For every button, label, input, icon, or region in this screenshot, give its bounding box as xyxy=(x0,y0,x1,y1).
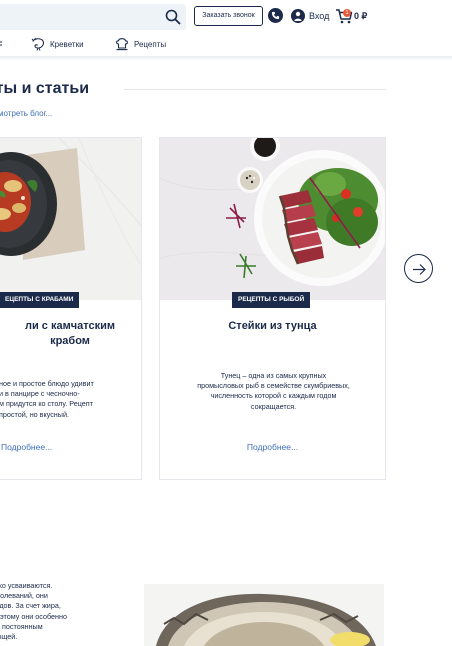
cart-count-badge: 1 xyxy=(343,9,351,17)
callback-button[interactable]: Заказать звонок xyxy=(194,6,263,26)
recipe-excerpt: Тунец – одна из самых крупных промысловы… xyxy=(197,371,350,411)
blog-link[interactable]: мотреть блог... xyxy=(0,109,52,118)
recipe-card-tuna[interactable]: РЕЦЕПТЫ С РЫБОЙ Стейки из тунца Тунец – … xyxy=(159,137,386,480)
nav-edge-icon xyxy=(0,41,2,46)
section-title: пты и статьи xyxy=(0,80,90,97)
nav-label-recipes: Рецепты xyxy=(134,39,167,49)
recipe-title[interactable]: ли с камчатским крабом xyxy=(0,319,141,349)
recipe-image-crab xyxy=(0,138,141,300)
nav-divider xyxy=(0,56,452,61)
search-input[interactable] xyxy=(0,4,186,30)
recipe-image-tuna xyxy=(160,138,385,300)
nav-item-recipes[interactable]: Рецепты xyxy=(115,36,166,52)
login-link[interactable]: Вход xyxy=(291,8,329,24)
phone-icon[interactable] xyxy=(268,8,283,23)
arrow-right-icon xyxy=(413,264,426,275)
recipe-card-crab[interactable]: ЕЦЕПТЫ С КРАБАМИ ли с камчатским крабом … xyxy=(0,137,142,480)
category-nav: Креветки Рецепты xyxy=(0,34,452,56)
recipe-tag[interactable]: ЕЦЕПТЫ С КРАБАМИ xyxy=(0,292,80,308)
read-more-link[interactable]: Подробнее... xyxy=(1,442,52,452)
site-header: Заказать звонок Вход 1 0 ₽ xyxy=(0,0,452,34)
recipe-title[interactable]: Стейки из тунца xyxy=(160,319,385,334)
user-icon xyxy=(291,9,305,23)
recipe-tag[interactable]: РЕЦЕПТЫ С РЫБОЙ xyxy=(232,292,311,308)
title-divider xyxy=(124,89,386,90)
nav-label-shrimp: Креветки xyxy=(50,39,84,49)
carousel-next-button[interactable] xyxy=(404,254,433,283)
recipe-excerpt: ное и простое блюдо удивит и в панцире с… xyxy=(0,379,94,419)
oyster-image xyxy=(144,584,384,646)
read-more-link[interactable]: Подробнее... xyxy=(160,442,385,452)
search-icon[interactable] xyxy=(164,8,182,26)
article-excerpt: гко усваиваются. болеваний, они удов. За… xyxy=(0,581,67,642)
shrimp-icon xyxy=(31,37,44,51)
login-label: Вход xyxy=(309,11,330,21)
cart-total[interactable]: 0 ₽ xyxy=(354,11,367,22)
nav-item-shrimp[interactable]: Креветки xyxy=(31,36,84,52)
chef-hat-icon xyxy=(116,38,128,51)
